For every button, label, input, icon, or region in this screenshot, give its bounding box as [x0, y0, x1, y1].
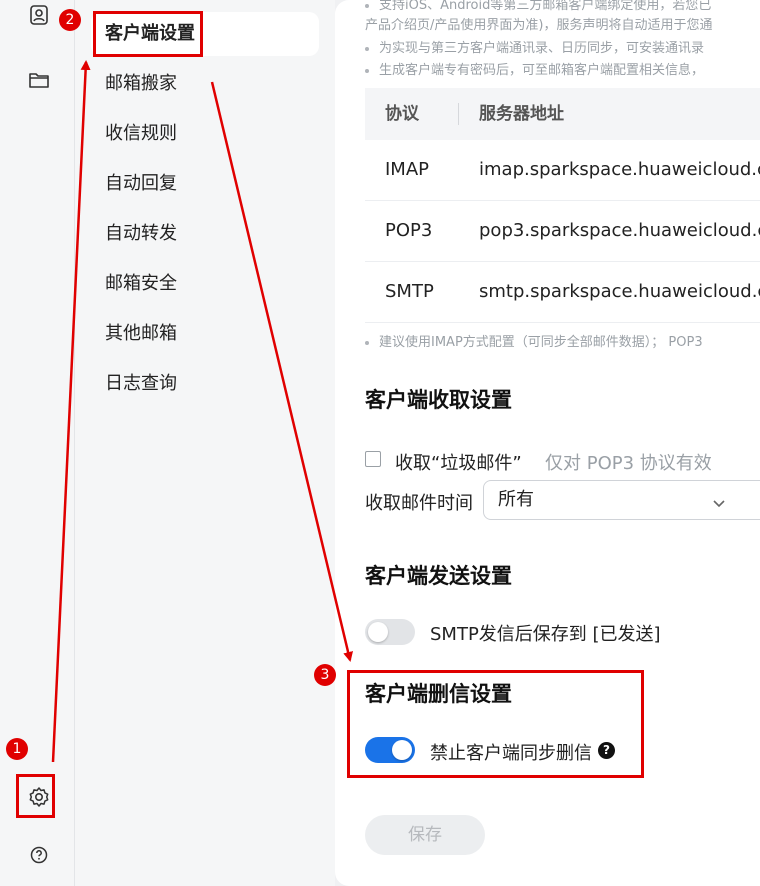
- step-badge-3: 3: [314, 664, 336, 686]
- header-protocol: 协议: [385, 104, 419, 124]
- nav-item-log-query[interactable]: 日志查询: [91, 362, 319, 406]
- highlight-box-client-settings: [93, 11, 203, 57]
- highlight-box-settings-icon: [16, 774, 55, 818]
- nav-item-auto-forward[interactable]: 自动转发: [91, 212, 319, 256]
- imap-recommendation-note: 建议使用IMAP方式配置（可同步全部邮件数据）； POP3: [365, 331, 703, 350]
- nav-item-mailbox-security[interactable]: 邮箱安全: [91, 262, 319, 306]
- receive-settings-title: 客户端收取设置: [365, 388, 512, 412]
- save-button[interactable]: 保存: [365, 815, 485, 855]
- server-cell: pop3.sparkspace.huaweicloud.com: [479, 220, 760, 241]
- receive-spam-checkbox[interactable]: [365, 451, 381, 467]
- table-row: IMAP imap.sparkspace.huaweicloud.com: [365, 140, 760, 201]
- note-line: 为实现与第三方客户端通讯录、日历同步，可安装通讯录: [365, 37, 704, 56]
- server-table: 协议 服务器地址 IMAP imap.sparkspace.huaweiclou…: [365, 88, 760, 323]
- note-line: 生成客户端专有密码后，可至邮箱客户端配置相关信息，: [365, 59, 704, 78]
- receive-spam-label: 收取“垃圾邮件”: [395, 453, 522, 474]
- protocol-cell: POP3: [385, 220, 433, 241]
- receive-time-value: 所有: [498, 489, 534, 510]
- receive-time-select[interactable]: 所有: [483, 480, 760, 520]
- protocol-cell: SMTP: [385, 281, 434, 302]
- step-badge-2: 2: [59, 9, 81, 31]
- smtp-save-sent-label: SMTP发信后保存到 [已发送]: [430, 624, 661, 645]
- table-row: POP3 pop3.sparkspace.huaweicloud.com: [365, 201, 760, 262]
- help-icon[interactable]: [24, 840, 54, 870]
- step-badge-1: 1: [6, 738, 28, 760]
- settings-nav: 客户端设置 邮箱搬家 收信规则 自动回复 自动转发 邮箱安全 其他邮箱 日志查询: [75, 0, 335, 886]
- table-header: 协议 服务器地址: [365, 88, 760, 140]
- nav-item-other-mailboxes[interactable]: 其他邮箱: [91, 312, 319, 356]
- note-line: 产品介绍页/产品使用界面为准)，服务声明将自动适用于您通: [365, 18, 713, 33]
- pop3-only-hint: 仅对 POP3 协议有效: [545, 453, 712, 474]
- contacts-icon[interactable]: [24, 0, 54, 30]
- nav-item-receive-rules[interactable]: 收信规则: [91, 112, 319, 156]
- server-cell: imap.sparkspace.huaweicloud.com: [479, 159, 760, 180]
- nav-item-auto-reply[interactable]: 自动回复: [91, 162, 319, 206]
- folder-icon[interactable]: [24, 65, 54, 95]
- chevron-down-icon: [712, 489, 726, 527]
- table-row: SMTP smtp.sparkspace.huaweicloud.com: [365, 262, 760, 323]
- smtp-save-sent-toggle[interactable]: [365, 619, 415, 645]
- receive-time-label: 收取邮件时间: [365, 493, 473, 514]
- send-settings-title: 客户端发送设置: [365, 564, 512, 588]
- nav-item-mailbox-migration[interactable]: 邮箱搬家: [91, 62, 319, 106]
- server-cell: smtp.sparkspace.huaweicloud.com: [479, 281, 760, 302]
- protocol-cell: IMAP: [385, 159, 430, 180]
- highlight-box-delete-settings: [347, 670, 644, 778]
- note-line: 支持iOS、Android等第三方邮箱客户端绑定使用，若您已: [365, 0, 711, 13]
- header-server-address: 服务器地址: [479, 104, 564, 124]
